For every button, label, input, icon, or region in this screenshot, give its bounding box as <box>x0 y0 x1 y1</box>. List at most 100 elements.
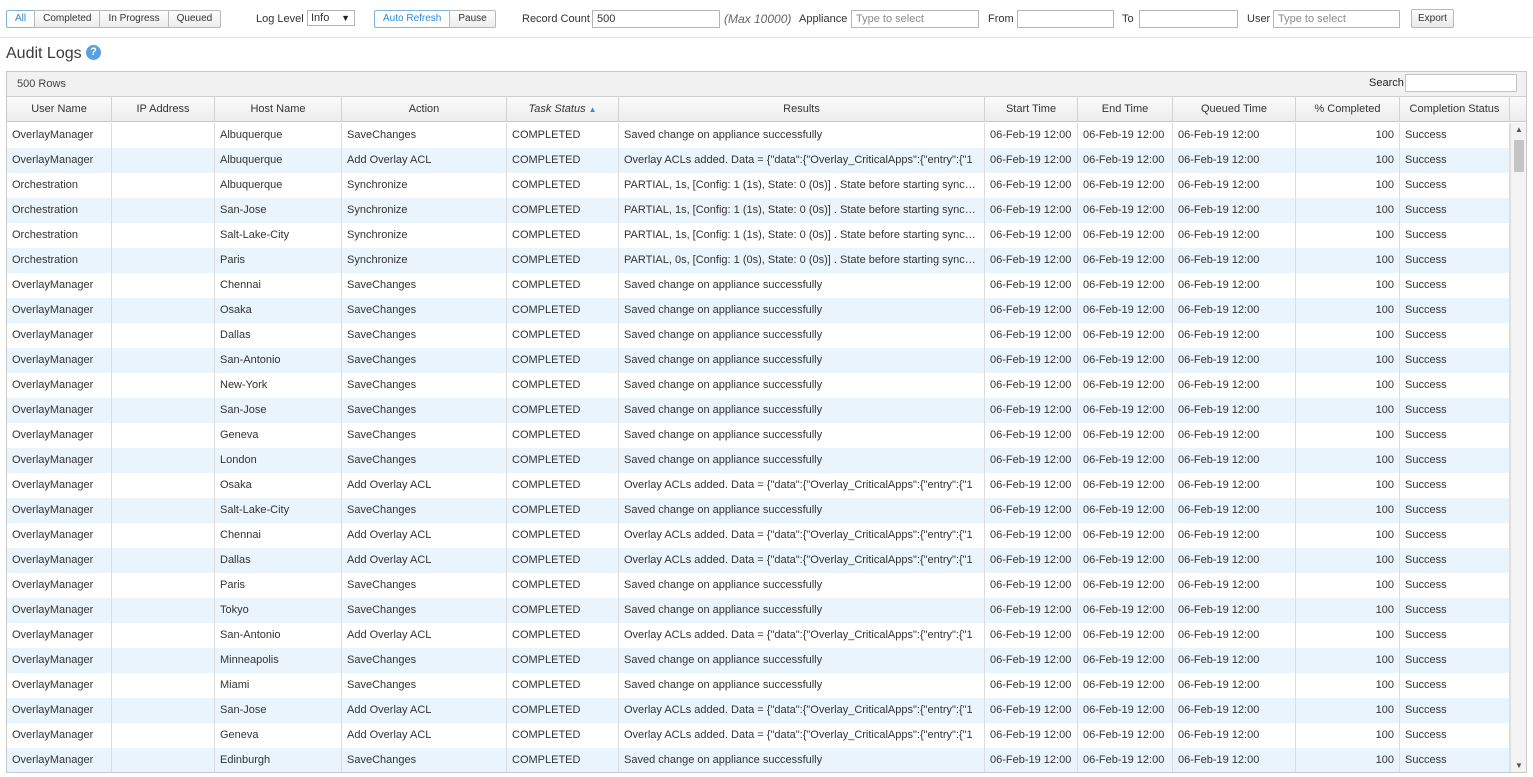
column-header-task-status[interactable]: Task Status ▲ <box>507 97 619 122</box>
cell-task-status: COMPLETED <box>507 398 619 423</box>
table-row[interactable]: OverlayManager Albuquerque SaveChanges COMP… <box>7 123 1510 148</box>
cell-queued-time: 06-Feb-19 12:00 <box>1173 348 1296 373</box>
table-row[interactable]: OverlayManager Osaka SaveChanges COMPLETED S… <box>7 298 1510 323</box>
table-row[interactable]: OverlayManager Paris SaveChanges COMPLETED S… <box>7 573 1510 598</box>
column-header-ip-address[interactable]: IP Address <box>112 97 215 122</box>
cell-end-time: 06-Feb-19 12:00 <box>1078 648 1173 673</box>
user-input[interactable] <box>1273 10 1400 28</box>
scroll-up-icon[interactable]: ▲ <box>1511 123 1526 137</box>
cell-end-time: 06-Feb-19 12:00 <box>1078 198 1173 223</box>
table-row[interactable]: OverlayManager Osaka Add Overlay ACL COMPLE… <box>7 473 1510 498</box>
cell-results: Saved change on appliance successfully <box>619 448 985 473</box>
table-row[interactable]: OverlayManager San-Jose SaveChanges COMPLET… <box>7 398 1510 423</box>
cell-end-time: 06-Feb-19 12:00 <box>1078 248 1173 273</box>
tab-queued[interactable]: Queued <box>168 10 222 28</box>
cell-start-time: 06-Feb-19 12:00 <box>985 723 1078 748</box>
table-row[interactable]: OverlayManager San-Antonio SaveChanges COMP… <box>7 348 1510 373</box>
cell-end-time: 06-Feb-19 12:00 <box>1078 148 1173 173</box>
cell-user-name: OverlayManager <box>7 323 112 348</box>
cell-completion-status: Success <box>1400 698 1510 723</box>
table-row[interactable]: OverlayManager Chennai SaveChanges COMPLETE… <box>7 273 1510 298</box>
cell-start-time: 06-Feb-19 12:00 <box>985 673 1078 698</box>
cell-task-status: COMPLETED <box>507 648 619 673</box>
column-header-results[interactable]: Results <box>619 97 985 122</box>
column-header-host-name[interactable]: Host Name <box>215 97 342 122</box>
table-row[interactable]: OverlayManager Geneva Add Overlay ACL COMPL… <box>7 723 1510 748</box>
from-date-input[interactable] <box>1017 10 1114 28</box>
table-row[interactable]: OverlayManager Dallas Add Overlay ACL COMPL… <box>7 548 1510 573</box>
help-icon[interactable]: ? <box>86 45 101 60</box>
cell-task-status: COMPLETED <box>507 473 619 498</box>
column-header-percent-completed[interactable]: % Completed <box>1296 97 1400 122</box>
pause-button[interactable]: Pause <box>449 10 496 28</box>
cell-start-time: 06-Feb-19 12:00 <box>985 648 1078 673</box>
tab-in-progress[interactable]: In Progress <box>100 10 169 28</box>
table-row[interactable]: OverlayManager Albuquerque Add Overlay ACL… <box>7 148 1510 173</box>
cell-end-time: 06-Feb-19 12:00 <box>1078 398 1173 423</box>
auto-refresh-button[interactable]: Auto Refresh <box>374 10 451 28</box>
cell-queued-time: 06-Feb-19 12:00 <box>1173 148 1296 173</box>
cell-user-name: Orchestration <box>7 248 112 273</box>
cell-host-name: Osaka <box>215 473 342 498</box>
tab-all[interactable]: All <box>6 10 36 28</box>
log-level-select[interactable]: Info ▼ <box>307 10 355 26</box>
table-row[interactable]: OverlayManager New-York SaveChanges COMPLET… <box>7 373 1510 398</box>
table-row[interactable]: Orchestration San-Jose Synchronize COMPLETE… <box>7 198 1510 223</box>
table-row[interactable]: OverlayManager Miami SaveChanges COMPLETED S… <box>7 673 1510 698</box>
cell-results: Overlay ACLs added. Data = {"data":{"Ove… <box>619 148 985 173</box>
cell-task-status: COMPLETED <box>507 498 619 523</box>
table-row[interactable]: OverlayManager Tokyo SaveChanges COMPLETED S… <box>7 598 1510 623</box>
table-row[interactable]: Orchestration Salt-Lake-City Synchronize CO… <box>7 223 1510 248</box>
cell-percent-completed: 100 <box>1296 123 1400 148</box>
cell-percent-completed: 100 <box>1296 473 1400 498</box>
table-row[interactable]: OverlayManager San-Antonio Add Overlay ACL… <box>7 623 1510 648</box>
column-header-user-name[interactable]: User Name <box>7 97 112 122</box>
cell-queued-time: 06-Feb-19 12:00 <box>1173 173 1296 198</box>
cell-completion-status: Success <box>1400 398 1510 423</box>
column-header-queued-time[interactable]: Queued Time <box>1173 97 1296 122</box>
cell-start-time: 06-Feb-19 12:00 <box>985 748 1078 772</box>
cell-ip-address <box>112 273 215 298</box>
table-row[interactable]: OverlayManager Minneapolis SaveChanges COMP… <box>7 648 1510 673</box>
log-level-label: Log Level <box>256 13 304 25</box>
column-header-label: Completion Status <box>1409 103 1500 115</box>
tab-completed[interactable]: Completed <box>34 10 101 28</box>
table-row[interactable]: Orchestration Paris Synchronize COMPLETED PA… <box>7 248 1510 273</box>
column-header-start-time[interactable]: Start Time <box>985 97 1078 122</box>
scroll-thumb[interactable] <box>1514 140 1524 172</box>
cell-host-name: Tokyo <box>215 598 342 623</box>
cell-user-name: OverlayManager <box>7 373 112 398</box>
table-row[interactable]: OverlayManager San-Jose Add Overlay ACL COM… <box>7 698 1510 723</box>
cell-user-name: Orchestration <box>7 198 112 223</box>
cell-user-name: OverlayManager <box>7 748 112 772</box>
cell-queued-time: 06-Feb-19 12:00 <box>1173 673 1296 698</box>
vertical-scrollbar[interactable]: ▲ ▼ <box>1510 123 1526 772</box>
appliance-input[interactable] <box>851 10 979 28</box>
cell-queued-time: 06-Feb-19 12:00 <box>1173 748 1296 772</box>
cell-end-time: 06-Feb-19 12:00 <box>1078 273 1173 298</box>
table-row[interactable]: OverlayManager Dallas SaveChanges COMPLETED… <box>7 323 1510 348</box>
table-row[interactable]: OverlayManager Salt-Lake-City SaveChanges C… <box>7 498 1510 523</box>
cell-user-name: OverlayManager <box>7 598 112 623</box>
table-row[interactable]: OverlayManager Chennai Add Overlay ACL COMP… <box>7 523 1510 548</box>
column-header-action[interactable]: Action <box>342 97 507 122</box>
column-header-end-time[interactable]: End Time <box>1078 97 1173 122</box>
search-label: Search <box>1369 77 1404 89</box>
appliance-label: Appliance <box>799 13 848 25</box>
cell-host-name: Minneapolis <box>215 648 342 673</box>
table-row[interactable]: OverlayManager Edinburgh SaveChanges COMPLE… <box>7 748 1510 772</box>
status-filter-tabs: All Completed In Progress Queued <box>6 10 222 28</box>
scroll-down-icon[interactable]: ▼ <box>1511 759 1526 772</box>
cell-end-time: 06-Feb-19 12:00 <box>1078 523 1173 548</box>
cell-start-time: 06-Feb-19 12:00 <box>985 523 1078 548</box>
record-count-input[interactable] <box>592 10 720 28</box>
to-date-input[interactable] <box>1139 10 1238 28</box>
search-input[interactable] <box>1405 74 1517 92</box>
table-row[interactable]: Orchestration Albuquerque Synchronize COMPL… <box>7 173 1510 198</box>
cell-start-time: 06-Feb-19 12:00 <box>985 223 1078 248</box>
export-button[interactable]: Export <box>1411 9 1454 28</box>
table-row[interactable]: OverlayManager Geneva SaveChanges COMPLETED… <box>7 423 1510 448</box>
column-header-completion-status[interactable]: Completion Status <box>1400 97 1510 122</box>
cell-percent-completed: 100 <box>1296 423 1400 448</box>
table-row[interactable]: OverlayManager London SaveChanges COMPLETED… <box>7 448 1510 473</box>
